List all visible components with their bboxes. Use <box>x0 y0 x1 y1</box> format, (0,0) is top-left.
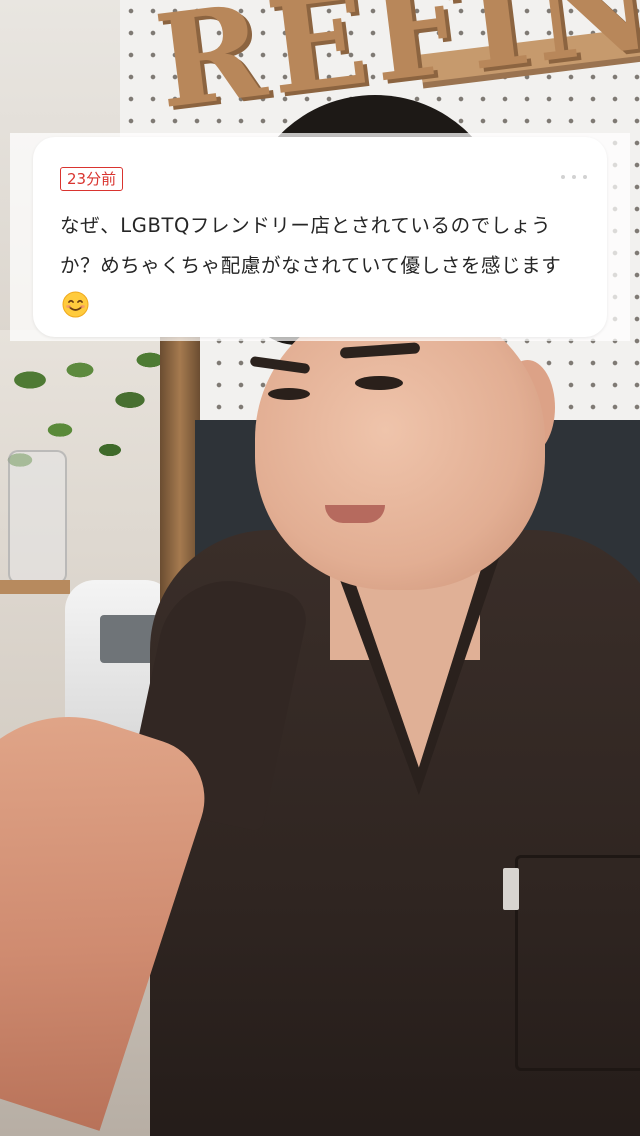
eye <box>355 376 403 390</box>
time-badge: 23分前 <box>60 167 124 191</box>
chest-pocket <box>515 855 640 1071</box>
glass-vase <box>8 450 67 584</box>
pocket-tag <box>503 868 519 910</box>
comment-body: なぜ、LGBTQフレンドリー店とされているのでしょうか？めちゃくちゃ配慮がなされ… <box>60 206 585 326</box>
smiling-face-icon <box>62 291 89 318</box>
mouth <box>325 505 385 523</box>
eye <box>268 388 310 400</box>
comment-overlay: 23分前 なぜ、LGBTQフレンドリー店とされているのでしょうか？めちゃくちゃ配… <box>10 133 630 341</box>
comment-card[interactable]: 23分前 なぜ、LGBTQフレンドリー店とされているのでしょうか？めちゃくちゃ配… <box>33 137 607 337</box>
side-shelf <box>0 580 70 594</box>
comment-text: なぜ、LGBTQフレンドリー店とされているのでしょうか？めちゃくちゃ配慮がなされ… <box>60 214 562 277</box>
more-options-icon[interactable] <box>561 173 587 181</box>
